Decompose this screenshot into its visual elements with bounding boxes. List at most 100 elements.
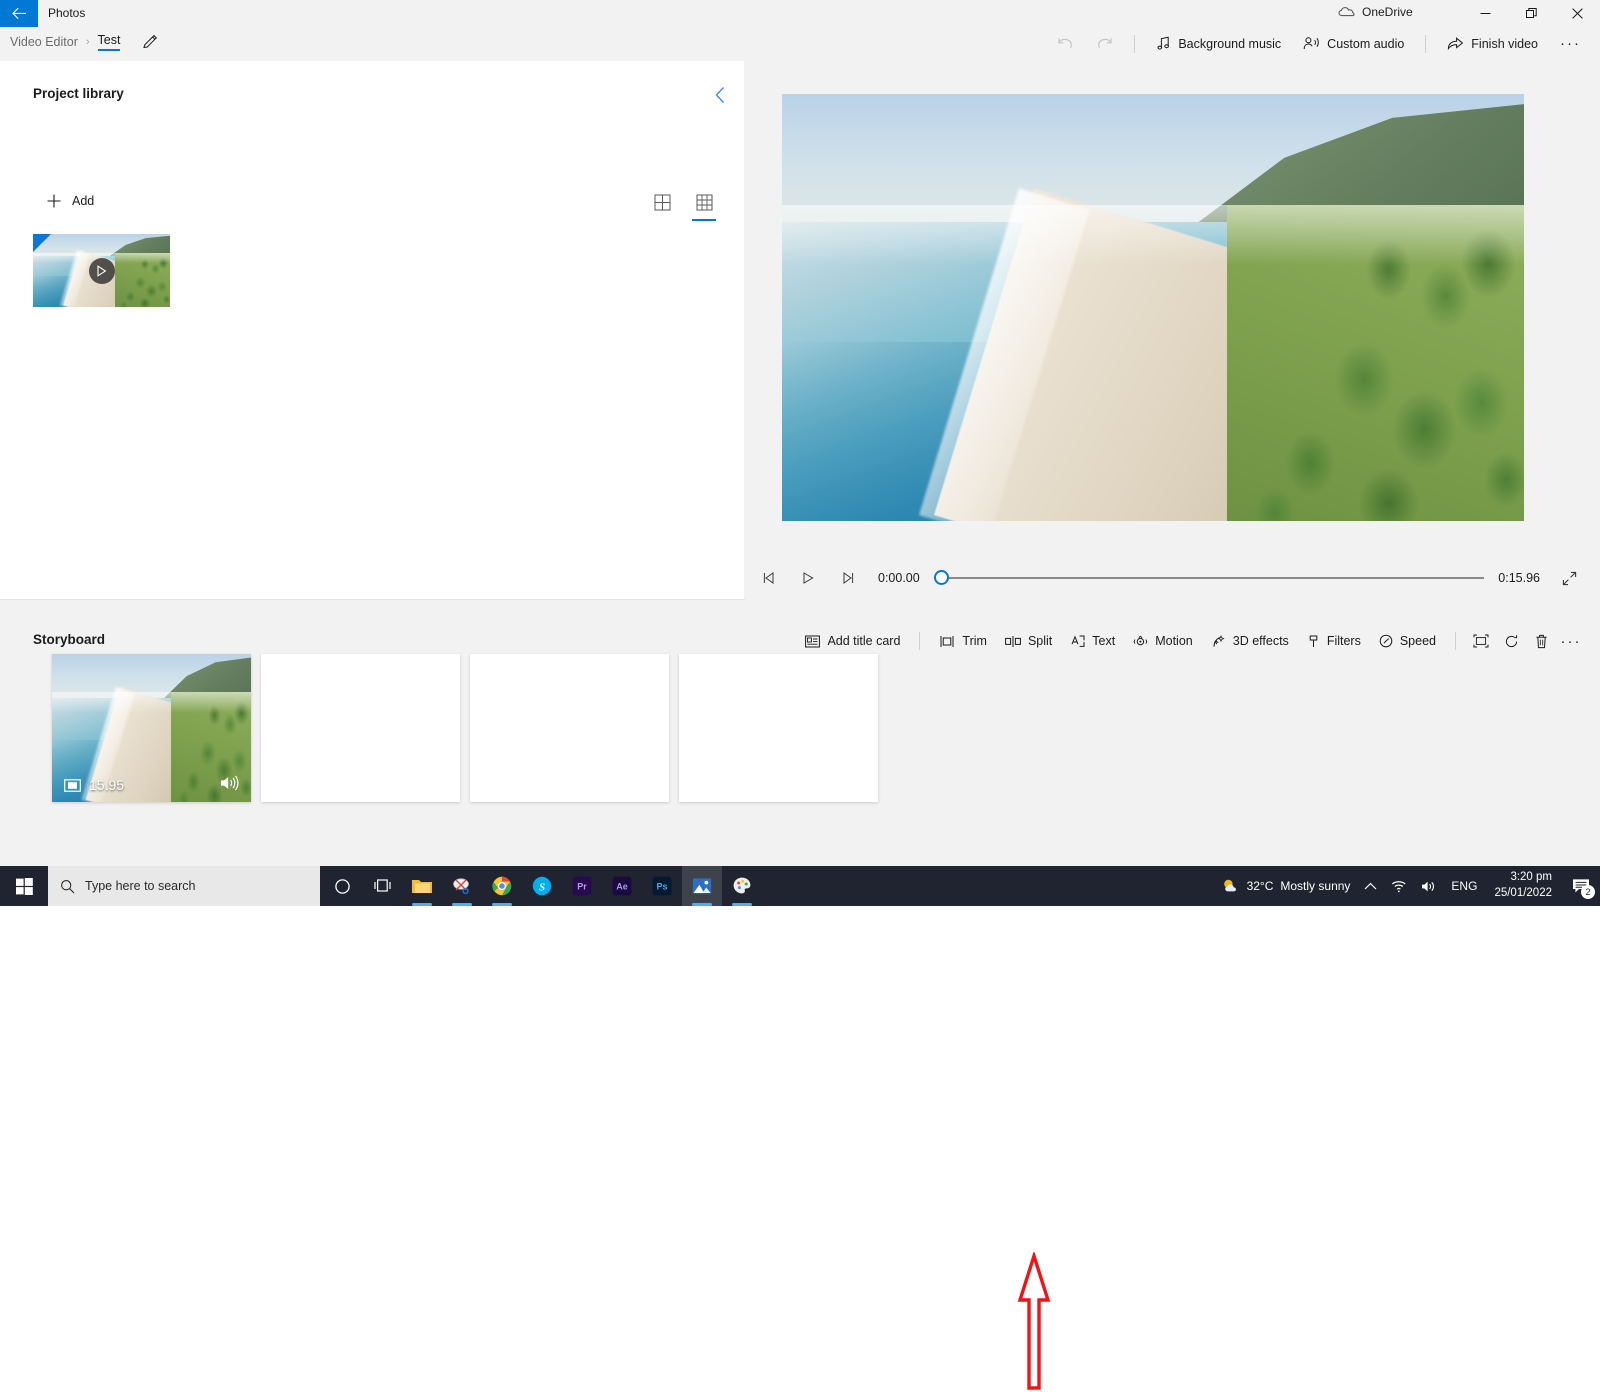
storyboard-clip[interactable] (470, 654, 669, 802)
svg-text:Pr: Pr (577, 882, 587, 892)
rename-project-button[interactable] (142, 34, 158, 50)
seek-slider[interactable] (933, 568, 1485, 588)
file-explorer-button[interactable] (402, 866, 442, 906)
large-grid-view-toggle[interactable] (649, 189, 675, 215)
previous-frame-button[interactable] (754, 563, 784, 593)
snip-and-sketch-icon (453, 878, 469, 895)
window-buttons (1462, 0, 1600, 27)
show-hidden-icons-button[interactable] (1357, 866, 1384, 906)
storyboard-panel: Storyboard Add title card Trim Split Tex… (0, 600, 1600, 1390)
svg-text:Ps: Ps (656, 882, 667, 892)
photos-button[interactable] (682, 866, 722, 906)
taskbar-search[interactable]: Type here to search (48, 866, 320, 906)
text-icon (1071, 634, 1085, 647)
add-title-card-label: Add title card (827, 634, 901, 648)
minimize-icon (1480, 13, 1490, 14)
svg-text:Ae: Ae (616, 882, 628, 892)
title-bar: Photos OneDrive (0, 0, 1600, 27)
filters-button[interactable]: Filters (1298, 628, 1370, 654)
fullscreen-button[interactable] (1554, 563, 1584, 593)
command-separator-1 (1134, 34, 1136, 53)
start-button[interactable] (0, 866, 48, 906)
text-button[interactable]: Text (1061, 628, 1124, 654)
premiere-pro-button[interactable]: Pr (562, 866, 602, 906)
premiere-pro-icon: Pr (572, 876, 592, 896)
video-editor-window: Photos OneDrive Video Editor › Test Back… (0, 0, 1600, 1390)
speed-button[interactable]: Speed (1370, 628, 1445, 654)
aspect-ratio-icon (1473, 634, 1489, 648)
next-frame-button[interactable] (832, 563, 862, 593)
grid-2x2-icon (654, 194, 670, 210)
thumbnail-play-button[interactable] (88, 257, 115, 284)
photoshop-button[interactable]: Ps (642, 866, 682, 906)
clip-audio-toggle[interactable] (220, 775, 239, 796)
wifi-icon (1392, 880, 1407, 892)
storyboard-clip[interactable]: 15.95 (52, 654, 251, 802)
three-d-effects-button[interactable]: 3D effects (1202, 628, 1298, 654)
breadcrumb-video-editor[interactable]: Video Editor (10, 35, 78, 49)
rotate-button[interactable] (1496, 628, 1526, 654)
motion-icon (1133, 635, 1148, 645)
snip-and-sketch-button[interactable] (442, 866, 482, 906)
command-more-button[interactable]: ··· (1549, 27, 1592, 60)
seek-track (933, 577, 1485, 579)
chrome-button[interactable] (482, 866, 522, 906)
command-separator-2 (1425, 34, 1427, 53)
taskbar: Type here to search S Pr Ae Ps 32°C Most… (0, 866, 1600, 906)
paint-3d-button[interactable] (722, 866, 762, 906)
storyboard-title: Storyboard (33, 632, 106, 647)
split-button[interactable]: Split (996, 628, 1061, 654)
onedrive-status[interactable]: OneDrive (1338, 5, 1413, 19)
maximize-button[interactable] (1508, 0, 1554, 27)
collapse-library-button[interactable] (706, 81, 734, 109)
add-media-button[interactable]: Add (40, 189, 100, 213)
clock[interactable]: 3:20 pm 25/01/2022 (1484, 866, 1562, 906)
seek-handle[interactable] (933, 570, 949, 585)
background-music-button[interactable]: Background music (1145, 27, 1292, 60)
back-button[interactable] (0, 0, 38, 27)
redo-button[interactable] (1085, 27, 1124, 60)
storyboard-toolbar: Add title card Trim Split Text Motion 3D… (796, 628, 1586, 654)
network-button[interactable] (1384, 866, 1414, 906)
split-icon (1005, 635, 1021, 647)
delete-button[interactable] (1526, 628, 1556, 654)
person-audio-icon (1303, 37, 1319, 50)
minimize-button[interactable] (1462, 0, 1508, 27)
weather-widget[interactable]: 32°C Mostly sunny (1215, 866, 1358, 906)
storyboard-clip[interactable] (261, 654, 460, 802)
next-frame-icon (843, 572, 853, 584)
storyboard-more-button[interactable]: ··· (1556, 628, 1586, 654)
add-title-card-button[interactable]: Add title card (796, 628, 909, 654)
skype-button[interactable]: S (522, 866, 562, 906)
library-video-thumbnail[interactable] (33, 234, 170, 307)
selected-corner-marker (33, 234, 51, 252)
undo-button[interactable] (1046, 27, 1085, 60)
volume-button[interactable] (1414, 866, 1444, 906)
three-d-effects-label: 3D effects (1232, 634, 1289, 648)
motion-button[interactable]: Motion (1124, 628, 1202, 654)
small-grid-view-toggle[interactable] (691, 189, 717, 221)
storyboard-clip[interactable] (679, 654, 878, 802)
trim-button[interactable]: Trim (930, 628, 996, 654)
action-center-button[interactable]: 2 (1562, 866, 1600, 906)
command-bar-actions: Background music Custom audio Finish vid… (1046, 27, 1592, 60)
aspect-ratio-button[interactable] (1466, 628, 1496, 654)
finish-video-button[interactable]: Finish video (1436, 27, 1549, 60)
skype-icon: S (532, 876, 552, 896)
after-effects-button[interactable]: Ae (602, 866, 642, 906)
paint-3d-icon (733, 877, 751, 894)
photos-icon (692, 878, 712, 894)
preview-frame-image (782, 94, 1524, 521)
video-preview[interactable] (782, 94, 1524, 521)
add-media-label: Add (72, 194, 95, 208)
volume-on-icon (221, 775, 239, 790)
close-button[interactable] (1554, 0, 1600, 27)
play-button[interactable] (793, 563, 823, 593)
svg-text:S: S (539, 881, 545, 893)
breadcrumb-project-name[interactable]: Test (97, 33, 121, 51)
cortana-button[interactable] (322, 866, 362, 906)
custom-audio-button[interactable]: Custom audio (1292, 27, 1415, 60)
task-view-button[interactable] (362, 866, 402, 906)
language-indicator[interactable]: ENG (1444, 866, 1484, 906)
file-explorer-icon (412, 880, 432, 893)
